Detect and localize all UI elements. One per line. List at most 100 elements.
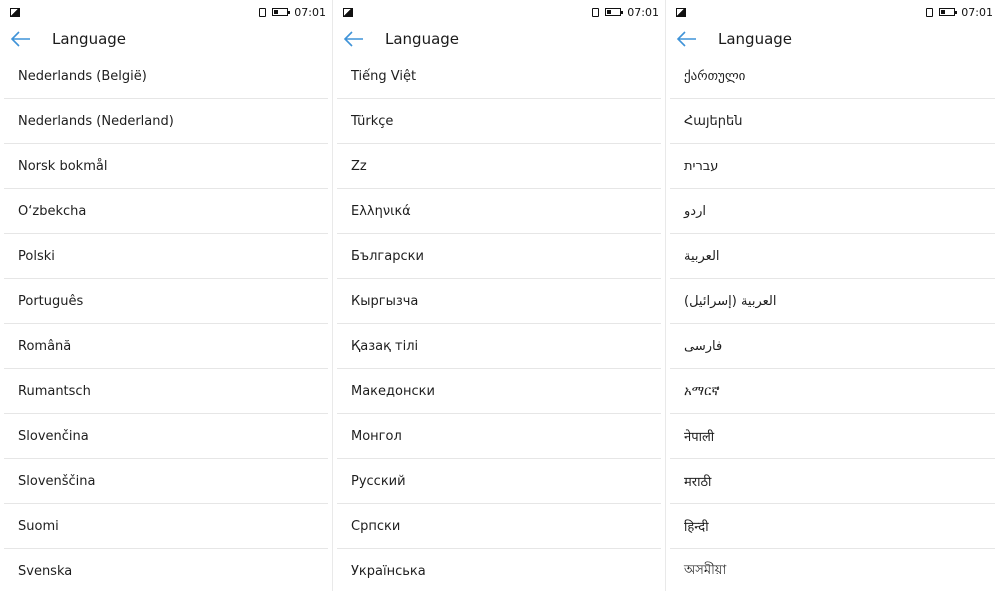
app-header: Language bbox=[666, 24, 999, 54]
language-item[interactable]: Português bbox=[4, 279, 328, 324]
language-label: Português bbox=[18, 293, 84, 309]
language-item[interactable]: Ελληνικά bbox=[337, 189, 661, 234]
language-item[interactable]: Rumantsch bbox=[4, 369, 328, 414]
screens-container: 07:01 Language Nederlands (België) Neder… bbox=[0, 0, 1000, 591]
sim-icon bbox=[592, 7, 600, 17]
language-item[interactable]: Suomi bbox=[4, 504, 328, 549]
sim-icon bbox=[259, 7, 267, 17]
language-label: O‘zbekcha bbox=[18, 203, 87, 219]
language-item[interactable]: हिन्दी bbox=[670, 504, 995, 549]
language-label: فارسی bbox=[684, 338, 723, 354]
language-item[interactable]: اردو bbox=[670, 189, 995, 234]
language-screen-2: 07:01 Language Tiếng Việt Türkçe Zz Ελλη… bbox=[333, 0, 666, 591]
language-label: Српски bbox=[351, 518, 401, 534]
language-item[interactable]: Zz bbox=[337, 144, 661, 189]
language-label: Ελληνικά bbox=[351, 203, 411, 219]
language-list: Nederlands (België) Nederlands (Nederlan… bbox=[0, 54, 332, 591]
language-label: ქართული bbox=[684, 68, 746, 84]
language-item[interactable]: Slovenčina bbox=[4, 414, 328, 459]
page-title: Language bbox=[52, 30, 127, 48]
image-notification-icon bbox=[676, 7, 686, 17]
language-item[interactable]: Кыргызча bbox=[337, 279, 661, 324]
language-item[interactable]: Polski bbox=[4, 234, 328, 279]
language-item[interactable]: Українська bbox=[337, 549, 661, 591]
language-item[interactable]: Slovenščina bbox=[4, 459, 328, 504]
status-bar: 07:01 bbox=[666, 0, 999, 24]
language-item[interactable]: አማርኛ bbox=[670, 369, 995, 414]
language-label: मराठी bbox=[684, 475, 712, 490]
language-item[interactable]: Română bbox=[4, 324, 328, 369]
language-label: Русский bbox=[351, 473, 406, 489]
language-label: Nederlands (België) bbox=[18, 68, 147, 84]
language-label: Slovenčina bbox=[18, 428, 89, 444]
language-item[interactable]: Српски bbox=[337, 504, 661, 549]
language-screen-1: 07:01 Language Nederlands (België) Neder… bbox=[0, 0, 333, 591]
language-label: አማርኛ bbox=[684, 383, 720, 399]
language-list: Tiếng Việt Türkçe Zz Ελληνικά Български … bbox=[333, 54, 665, 591]
language-label: Norsk bokmål bbox=[18, 158, 108, 174]
app-header: Language bbox=[0, 24, 332, 54]
language-label: العربية (إسرائيل) bbox=[684, 293, 777, 309]
page-title: Language bbox=[385, 30, 460, 48]
language-label: Slovenščina bbox=[18, 473, 96, 489]
language-label: Кыргызча bbox=[351, 293, 419, 309]
language-item[interactable]: Русский bbox=[337, 459, 661, 504]
sim-icon bbox=[926, 7, 934, 17]
language-label: Zz bbox=[351, 158, 367, 174]
language-item[interactable]: Nederlands (België) bbox=[4, 54, 328, 99]
language-label: Монгол bbox=[351, 428, 402, 444]
language-label: Қазақ тілі bbox=[351, 338, 419, 354]
language-label: Rumantsch bbox=[18, 383, 91, 399]
language-item[interactable]: Հայերեն bbox=[670, 99, 995, 144]
language-item[interactable]: العربية bbox=[670, 234, 995, 279]
image-notification-icon bbox=[343, 7, 353, 17]
language-label: עברית bbox=[684, 158, 719, 174]
language-item[interactable]: Български bbox=[337, 234, 661, 279]
language-screen-3: 07:01 Language ქართული Հայերեն עברית ارد… bbox=[666, 0, 999, 591]
language-label: हिन्दी bbox=[684, 520, 709, 535]
language-item[interactable]: Tiếng Việt bbox=[337, 54, 661, 99]
status-time: 07:01 bbox=[961, 5, 993, 19]
language-item[interactable]: Türkçe bbox=[337, 99, 661, 144]
language-label: Türkçe bbox=[351, 113, 394, 129]
language-label: অসমীয়া bbox=[684, 562, 727, 578]
language-item[interactable]: मराठी bbox=[670, 459, 995, 504]
language-item[interactable]: অসমীয়া bbox=[670, 549, 995, 591]
language-label: العربية bbox=[684, 248, 720, 264]
language-label: Українська bbox=[351, 563, 426, 579]
language-label: Български bbox=[351, 248, 424, 264]
language-label: اردو bbox=[684, 203, 706, 219]
language-label: नेपाली bbox=[684, 430, 715, 445]
language-label: Polski bbox=[18, 248, 55, 264]
language-label: Македонски bbox=[351, 383, 435, 399]
language-item[interactable]: ქართული bbox=[670, 54, 995, 99]
back-arrow-icon[interactable] bbox=[343, 29, 369, 49]
language-label: Tiếng Việt bbox=[351, 68, 417, 84]
language-item[interactable]: Svenska bbox=[4, 549, 328, 591]
battery-icon bbox=[272, 8, 291, 16]
language-label: Svenska bbox=[18, 563, 73, 579]
language-label: Nederlands (Nederland) bbox=[18, 113, 174, 129]
language-label: Suomi bbox=[18, 518, 59, 534]
language-list: ქართული Հայերեն עברית اردو العربية العرب… bbox=[666, 54, 999, 591]
page-title: Language bbox=[718, 30, 793, 48]
back-arrow-icon[interactable] bbox=[676, 29, 702, 49]
language-item[interactable]: Norsk bokmål bbox=[4, 144, 328, 189]
language-item[interactable]: العربية (إسرائيل) bbox=[670, 279, 995, 324]
image-notification-icon bbox=[10, 7, 20, 17]
language-item[interactable]: עברית bbox=[670, 144, 995, 189]
app-header: Language bbox=[333, 24, 665, 54]
status-time: 07:01 bbox=[627, 5, 659, 19]
language-item[interactable]: O‘zbekcha bbox=[4, 189, 328, 234]
status-bar: 07:01 bbox=[0, 0, 332, 24]
back-arrow-icon[interactable] bbox=[10, 29, 36, 49]
language-item[interactable]: Қазақ тілі bbox=[337, 324, 661, 369]
language-item[interactable]: Македонски bbox=[337, 369, 661, 414]
language-item[interactable]: فارسی bbox=[670, 324, 995, 369]
battery-icon bbox=[605, 8, 624, 16]
language-item[interactable]: नेपाली bbox=[670, 414, 995, 459]
language-label: Română bbox=[18, 338, 72, 354]
language-item[interactable]: Nederlands (Nederland) bbox=[4, 99, 328, 144]
language-item[interactable]: Монгол bbox=[337, 414, 661, 459]
language-label: Հայերեն bbox=[684, 113, 743, 129]
